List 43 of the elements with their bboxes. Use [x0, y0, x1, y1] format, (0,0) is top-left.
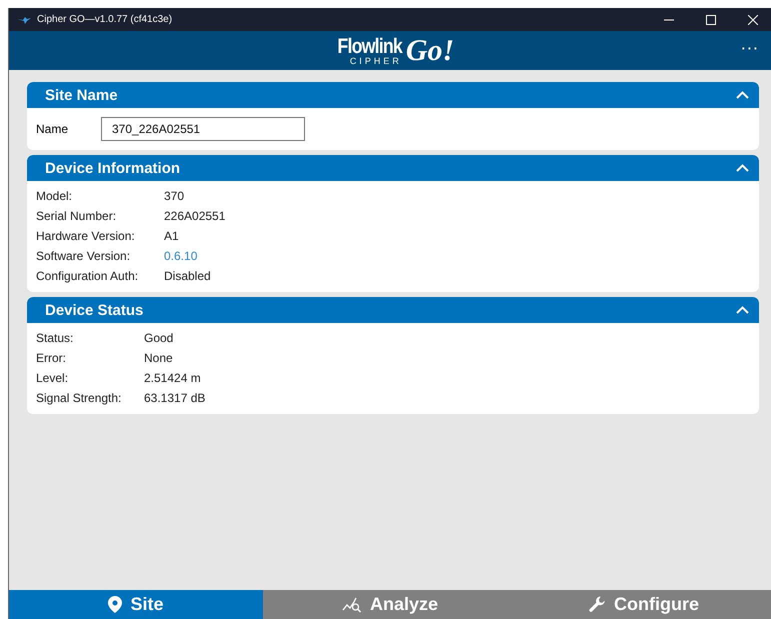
field-value: Disabled	[164, 269, 212, 283]
value-link[interactable]: 0.6.10	[164, 249, 750, 263]
field-value: 2.51424 m	[144, 371, 202, 385]
field-label: Signal Strength:	[36, 391, 122, 405]
section-header[interactable]: Device Status	[27, 297, 759, 323]
nav-tab[interactable]: Analyze	[263, 590, 517, 619]
window-title: Cipher GO—v1.0.77 (cf41c3e)	[37, 14, 174, 25]
close-icon[interactable]	[748, 14, 758, 24]
chevron-up-icon[interactable]	[736, 306, 749, 314]
name-input[interactable]: 370_226A02551	[101, 117, 305, 141]
field-value: 370	[164, 189, 186, 203]
nav-tab[interactable]: Configure	[517, 590, 771, 619]
field-label: Configuration Auth:	[36, 269, 140, 283]
more-menu-button[interactable]: ···	[738, 39, 761, 58]
section-title: Device Information	[45, 160, 180, 176]
field-label: Hardware Version:	[36, 229, 136, 243]
logo-subtitle: CIPHER	[350, 56, 402, 66]
chevron-up-icon[interactable]	[736, 91, 749, 99]
field-value: A1	[164, 229, 180, 243]
section-header[interactable]: Device Information	[27, 155, 759, 181]
section-title: Site Name	[45, 86, 118, 104]
logo-brand: Flowlink	[337, 36, 402, 56]
bird-icon	[17, 16, 31, 24]
field-value: 226A02551	[164, 209, 226, 223]
section-title: Device Status	[45, 302, 144, 318]
field-value: Good	[144, 331, 174, 345]
nav-tab[interactable]: Site	[9, 590, 263, 619]
field-label: Serial Number:	[36, 209, 118, 223]
chevron-up-icon[interactable]	[736, 164, 749, 172]
section-header[interactable]: Site Name	[27, 82, 759, 108]
logo-product: Go!	[406, 34, 454, 68]
field-label: Software Version:	[36, 249, 132, 263]
map-pin-icon	[108, 596, 122, 613]
field-label: Name	[36, 122, 70, 136]
maximize-icon[interactable]	[706, 14, 716, 24]
field-label: Status:	[36, 331, 74, 345]
chart-magnifier-icon	[342, 596, 362, 612]
field-label: Model:	[36, 189, 74, 203]
field-value: 63.1317 dB	[144, 391, 206, 405]
field-label: Level:	[36, 371, 70, 385]
field-label: Error:	[36, 351, 67, 365]
field-value: None	[144, 351, 174, 365]
wrench-icon	[589, 596, 606, 613]
